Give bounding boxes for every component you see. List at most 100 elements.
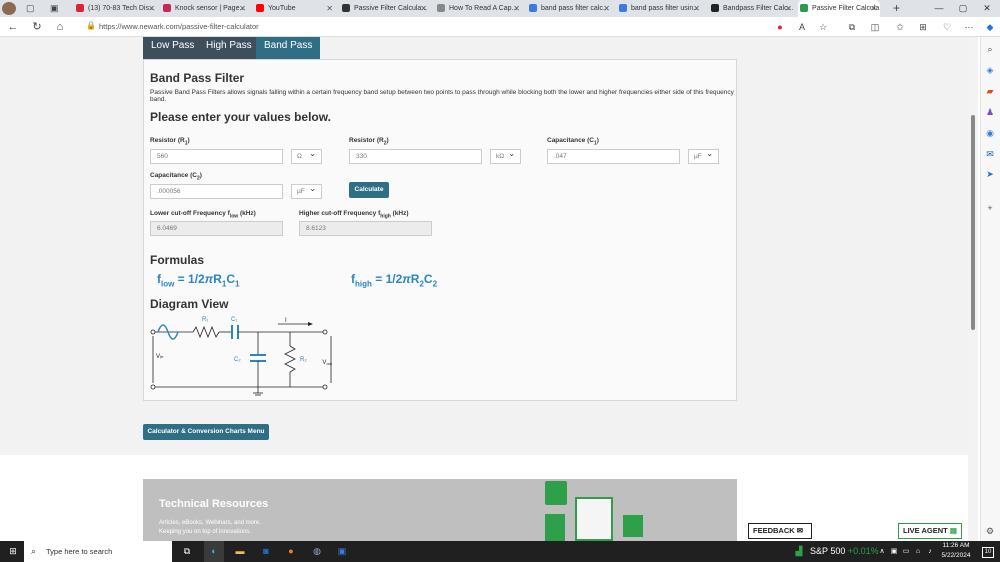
file-explorer-icon[interactable]: ▬ (232, 541, 248, 562)
close-tab-icon[interactable]: ✕ (239, 0, 246, 17)
close-tab-icon[interactable]: ✕ (420, 0, 427, 17)
fhigh-formula: fhigh = 1/2πR2C2 (351, 272, 438, 289)
clock-time[interactable]: 11:26 AM (941, 542, 971, 549)
tab-favicon-icon (256, 4, 264, 12)
tab-favicon-icon (342, 4, 350, 12)
lock-icon[interactable]: 🔒 (86, 21, 96, 30)
tab-title: Passive Filter Calcula... (354, 5, 428, 12)
r1-unit-select[interactable]: Ω (291, 147, 322, 164)
extensions-icon[interactable]: ⧉ (845, 19, 859, 35)
close-tab-icon[interactable]: ✕ (148, 0, 155, 17)
profile-avatar[interactable] (2, 2, 16, 15)
tab-favicon-icon (163, 4, 171, 12)
outlook-taskbar-icon[interactable]: ◙ (258, 541, 274, 562)
c2-unit-select[interactable]: µF (291, 182, 322, 199)
tab-title: Bandpass Filter Calc... (723, 5, 794, 12)
sidebar-shopping-icon[interactable]: ◈ (984, 65, 996, 75)
favorite-icon[interactable]: ☆ (816, 19, 830, 35)
extension-badge-icon[interactable]: ● (773, 19, 787, 35)
edge-taskbar-icon[interactable]: ◐ (204, 541, 224, 562)
diagram-heading: Diagram View (150, 297, 229, 311)
tray-chevron-icon[interactable]: ∧ (877, 541, 887, 562)
favorites-bar-icon[interactable]: ✩ (893, 19, 907, 35)
calculate-button[interactable]: Calculate (349, 182, 389, 198)
tray-device-icon[interactable]: ▭ (901, 541, 911, 562)
new-tab-icon[interactable]: + (893, 1, 900, 15)
tab-low-pass[interactable]: Low Pass (143, 37, 203, 59)
back-icon[interactable]: ← (6, 19, 20, 35)
task-view-icon[interactable]: ⧉ (180, 541, 194, 562)
c1-diagram-label: C₁ (231, 317, 237, 323)
sidebar-add-icon[interactable]: + (984, 203, 996, 213)
browser-tab[interactable]: Passive Filter Calcula... ✕ (340, 0, 430, 17)
network-icon[interactable]: ⌂ (913, 541, 923, 562)
feedback-button[interactable]: FEEDBACK ✉ (748, 523, 812, 539)
r2-unit-select[interactable]: kΩ (490, 147, 521, 164)
browser-tab[interactable]: Passive Filter Calcula... ✕ (798, 0, 880, 17)
browser-tab[interactable]: (13) 70-83 Tech Dis... ✕ (74, 0, 158, 17)
tab-actions-icon[interactable]: ▣ (50, 3, 59, 14)
vin-label: Vᵢₙ (156, 354, 164, 360)
more-menu-icon[interactable]: ⋯ (962, 19, 976, 35)
close-tab-icon[interactable]: ✕ (513, 0, 520, 17)
sidebar-settings-icon[interactable]: ⚙ (984, 526, 996, 536)
close-tab-icon[interactable]: ✕ (326, 0, 333, 17)
c1-input[interactable]: .047 (547, 149, 680, 164)
tech-resources-title: Technical Resources (159, 498, 269, 510)
sidebar-search-icon[interactable]: ⌕ (984, 44, 996, 54)
app-icon[interactable]: ◍ (309, 541, 325, 562)
minimize-icon[interactable]: — (932, 0, 946, 17)
browser-tab[interactable]: band pass filter calc... ✕ (527, 0, 613, 17)
formulas-heading: Formulas (150, 253, 205, 267)
tab-band-pass[interactable]: Band Pass (256, 37, 321, 59)
browser-tab[interactable]: Knock sensor | Page... ✕ (161, 0, 249, 17)
close-tab-icon[interactable]: ✕ (785, 0, 792, 17)
sidebar-office-icon[interactable]: ◉ (984, 128, 996, 138)
sidebar-send-icon[interactable]: ➤ (984, 169, 996, 179)
remote-desktop-icon[interactable]: ▣ (334, 541, 350, 562)
maximize-icon[interactable]: ▢ (956, 0, 970, 17)
circuit-diagram: R₁ C₁ I C₂ R₂ Vᵢₙ Vout (150, 317, 333, 396)
sidebar-games-icon[interactable]: ♟ (984, 107, 996, 117)
home-icon[interactable]: ⌂ (53, 19, 67, 35)
read-aloud-icon[interactable]: A (795, 19, 809, 35)
volume-icon[interactable]: ♪ (925, 541, 935, 562)
search-icon: ⌕ (31, 546, 37, 556)
tray-app-icon[interactable]: ▣ (889, 541, 899, 562)
browser-tab[interactable]: How To Read A Cap... ✕ (435, 0, 523, 17)
tab-title: (13) 70-83 Tech Dis... (88, 5, 155, 12)
c1-unit-select[interactable]: µF (688, 147, 719, 164)
close-tab-icon[interactable]: ✕ (603, 0, 610, 17)
clock-date[interactable]: 5/22/2024 (941, 552, 971, 559)
browser-tab[interactable]: Bandpass Filter Calc... ✕ (709, 0, 795, 17)
browser-essentials-icon[interactable]: ♡ (940, 19, 954, 35)
flow-label: Lower cut-off Frequency flow (kHz) (150, 210, 256, 220)
firefox-icon[interactable]: ● (283, 541, 299, 562)
r1-diagram-label: R₁ (202, 317, 208, 323)
refresh-icon[interactable]: ↻ (30, 19, 44, 35)
close-tab-icon[interactable]: ✕ (693, 0, 700, 17)
url-input[interactable]: https://www.newark.com/passive-filter-ca… (99, 19, 779, 35)
browser-tab[interactable]: YouTube ✕ (254, 0, 336, 17)
live-agent-button[interactable]: LIVE AGENT ▤ (898, 523, 962, 539)
copilot-icon[interactable]: ◆ (983, 19, 997, 35)
start-icon[interactable]: ⊞ (6, 541, 20, 562)
close-window-icon[interactable]: ✕ (980, 0, 994, 17)
close-tab-icon[interactable]: ✕ (870, 0, 877, 17)
c2-input[interactable]: .000056 (150, 184, 283, 199)
r2-input[interactable]: 330 (349, 149, 482, 164)
browser-tab[interactable]: band pass filter usin... ✕ (617, 0, 703, 17)
tab-high-pass[interactable]: High Pass (198, 37, 260, 59)
scrollbar-thumb[interactable] (971, 115, 975, 330)
workspaces-icon[interactable]: ▢ (26, 3, 35, 14)
stock-widget[interactable]: S&P 500 +0.01% (810, 541, 879, 562)
split-screen-icon[interactable]: ◫ (868, 19, 882, 35)
taskbar-search[interactable]: Type here to search (24, 541, 172, 562)
sidebar-tools-icon[interactable]: ▰ (984, 86, 996, 96)
sidebar-outlook-icon[interactable]: ✉ (984, 149, 996, 159)
panel-description: Passive Band Pass Filters allows signals… (150, 89, 734, 103)
calculator-menu-button[interactable]: Calculator & Conversion Charts Menu (143, 424, 269, 440)
notification-center-icon[interactable]: 10 (982, 547, 994, 558)
collections-icon[interactable]: ⊞ (916, 19, 930, 35)
r1-input[interactable]: 560 (150, 149, 283, 164)
